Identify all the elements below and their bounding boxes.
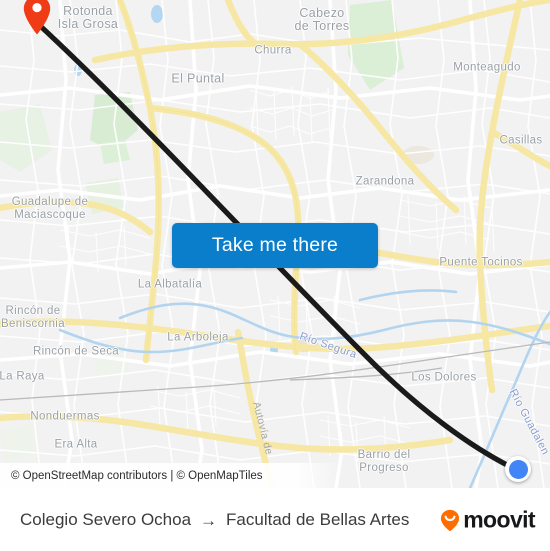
route-origin-label: Colegio Severo Ochoa bbox=[20, 510, 192, 529]
arrow-right-icon: → bbox=[200, 510, 218, 530]
origin-pin-marker[interactable] bbox=[22, 0, 52, 36]
route-footer-bar: Colegio Severo Ochoa → Facultad de Bella… bbox=[0, 488, 550, 551]
moovit-pin-smile-icon bbox=[441, 509, 460, 531]
moovit-wordmark: moovit bbox=[463, 506, 535, 533]
destination-dot-marker[interactable] bbox=[505, 456, 531, 482]
route-summary: Colegio Severo Ochoa → Facultad de Bella… bbox=[20, 510, 409, 530]
route-destination-label: Facultad de Bellas Artes bbox=[226, 510, 410, 529]
destination-ring bbox=[505, 456, 531, 482]
destination-dot bbox=[508, 459, 528, 479]
map-canvas[interactable]: Rotonda Isla Grosa Cabezo de Torres Chur… bbox=[0, 0, 550, 488]
map-pin-icon bbox=[23, 0, 51, 35]
take-me-there-button[interactable]: Take me there bbox=[172, 223, 378, 268]
map-screen: Rotonda Isla Grosa Cabezo de Torres Chur… bbox=[0, 0, 550, 551]
moovit-logo[interactable]: moovit bbox=[438, 506, 536, 534]
